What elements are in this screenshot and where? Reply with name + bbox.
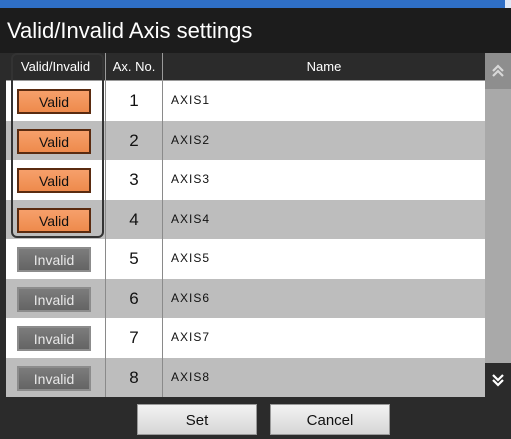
axis-number: 3 (106, 160, 163, 200)
valid-cell: Invalid (6, 278, 106, 318)
chevron-double-down-icon[interactable] (485, 363, 511, 397)
valid-cell: Invalid (6, 318, 106, 358)
axis-number: 8 (106, 357, 163, 397)
valid-toggle-button[interactable]: Valid (17, 128, 91, 154)
window-corner (505, 0, 511, 8)
axis-name[interactable]: AXIS8 (163, 358, 485, 398)
valid-cell: Invalid (6, 239, 106, 279)
header-valid-invalid: Valid/Invalid (6, 53, 106, 81)
page-title: Valid/Invalid Axis settings (0, 8, 511, 53)
valid-cell: Valid (6, 160, 106, 200)
valid-cell: Valid (6, 199, 106, 239)
axis-number: 1 (106, 81, 163, 121)
valid-toggle-button[interactable]: Valid (17, 89, 91, 114)
table-row: Valid 2 AXIS2 (6, 120, 485, 161)
footer-bar: Set Cancel (0, 397, 511, 439)
valid-cell: Invalid (6, 357, 106, 397)
set-button[interactable]: Set (137, 404, 257, 435)
axis-number: 6 (106, 278, 163, 318)
axis-name[interactable]: AXIS5 (163, 239, 485, 279)
table-row: Invalid 8 AXIS8 (6, 357, 485, 398)
table-row: Invalid 5 AXIS5 (6, 239, 485, 279)
window-top-bar (0, 0, 511, 8)
scrollbar[interactable] (485, 53, 511, 397)
table-row: Invalid 7 AXIS7 (6, 318, 485, 358)
valid-toggle-button[interactable]: Valid (17, 207, 91, 233)
table-row: Valid 1 AXIS1 (6, 81, 485, 121)
axis-name[interactable]: AXIS1 (163, 81, 485, 121)
table-row: Invalid 6 AXIS6 (6, 278, 485, 319)
valid-toggle-button[interactable]: Valid (17, 168, 91, 193)
axis-number: 2 (106, 120, 163, 160)
header-axis-number: Ax. No. (106, 53, 163, 81)
axis-name[interactable]: AXIS3 (163, 160, 485, 200)
axis-name[interactable]: AXIS4 (163, 200, 485, 240)
invalid-toggle-button[interactable]: Invalid (17, 247, 91, 272)
invalid-toggle-button[interactable]: Invalid (17, 365, 91, 391)
axis-name[interactable]: AXIS7 (163, 318, 485, 358)
chevron-double-up-icon[interactable] (485, 53, 511, 89)
table-row: Valid 3 AXIS3 (6, 160, 485, 200)
header-name: Name (163, 53, 485, 81)
axis-number: 4 (106, 199, 163, 239)
valid-cell: Valid (6, 81, 106, 121)
cancel-button[interactable]: Cancel (270, 404, 390, 435)
table-row: Valid 4 AXIS4 (6, 199, 485, 240)
axis-number: 5 (106, 239, 163, 279)
axis-number: 7 (106, 318, 163, 358)
invalid-toggle-button[interactable]: Invalid (17, 286, 91, 312)
axis-name[interactable]: AXIS6 (163, 279, 485, 319)
invalid-toggle-button[interactable]: Invalid (17, 326, 91, 351)
valid-cell: Valid (6, 120, 106, 160)
axis-name[interactable]: AXIS2 (163, 121, 485, 161)
